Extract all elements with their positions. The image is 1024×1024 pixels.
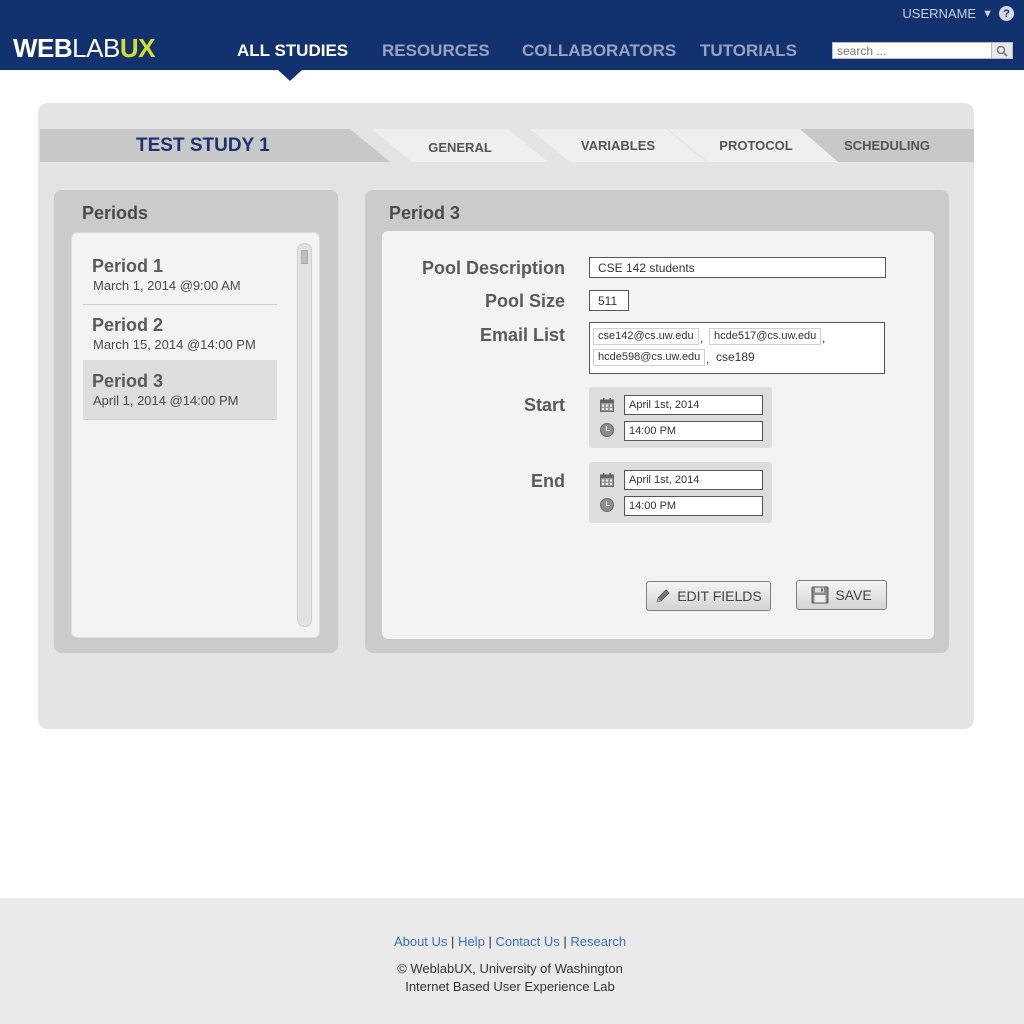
save-button[interactable]: SAVE — [796, 580, 887, 610]
tab-general-label: GENERAL — [428, 140, 492, 155]
start-label: Start — [523, 395, 565, 415]
footer-link-research[interactable]: Research — [570, 934, 626, 949]
floppy-disk-icon — [811, 586, 829, 604]
pencil-icon — [656, 589, 670, 603]
periods-list: Period 1 March 1, 2014 @9:00 AM Period 2… — [71, 232, 320, 638]
email-pending-text[interactable]: cse189 — [716, 350, 755, 364]
email-list-label: Email List — [479, 325, 565, 345]
footer-link-about[interactable]: About Us — [394, 934, 447, 949]
period-name: Period 2 — [92, 315, 164, 335]
email-chip[interactable]: hcde598@cs.uw.edu — [593, 349, 706, 366]
save-label: SAVE — [835, 587, 872, 603]
pool-size-label: Pool Size — [484, 291, 565, 311]
tab-scheduling-label: SCHEDULING — [844, 138, 930, 153]
period-name: Period 3 — [92, 371, 164, 391]
tab-variables-label: VARIABLES — [580, 138, 656, 153]
logo-lab: LAB — [72, 33, 120, 63]
logo-ux: UX — [119, 33, 156, 63]
start-date-field[interactable]: April 1st, 2014 — [624, 395, 763, 415]
username-label[interactable]: USERNAME — [902, 6, 976, 21]
clock-icon[interactable] — [600, 498, 614, 512]
email-chip[interactable]: hcde517@cs.uw.edu — [709, 328, 822, 345]
start-datetime-group: April 1st, 2014 14:00 PM — [589, 387, 772, 448]
search-input[interactable] — [832, 42, 992, 59]
footer-link-contact[interactable]: Contact Us — [495, 934, 559, 949]
calendar-icon[interactable] — [600, 398, 614, 412]
footer-copyright: © WeblabUX, University of Washington — [397, 961, 623, 976]
footer: About Us | Help | Contact Us | Research … — [0, 898, 1024, 1024]
clock-icon[interactable] — [600, 423, 614, 437]
calendar-icon[interactable] — [600, 473, 614, 487]
footer-separator: | — [488, 934, 492, 949]
period-list-item-selected[interactable]: Period 3 April 1, 2014 @14:00 PM — [83, 360, 277, 420]
nav-resources[interactable]: RESOURCES — [382, 41, 490, 61]
nav-all-studies[interactable]: ALL STUDIES — [237, 41, 348, 61]
footer-separator: | — [451, 934, 455, 949]
periods-scrollbar[interactable] — [297, 243, 312, 627]
logo-web: WEB — [13, 33, 73, 63]
end-datetime-group: April 1st, 2014 14:00 PM — [589, 462, 772, 523]
weblabux-logo[interactable]: WEBLABUX — [13, 33, 155, 64]
period-date: March 1, 2014 @9:00 AM — [93, 278, 241, 293]
top-navigation-bar: WEBLABUX USERNAME ▼ ? ALL STUDIES RESOUR… — [0, 0, 1024, 70]
period-list-item[interactable]: Period 2 March 15, 2014 @14:00 PM — [83, 304, 277, 364]
footer-separator: | — [563, 934, 567, 949]
email-separator: , — [822, 331, 826, 345]
footer-link-help[interactable]: Help — [458, 934, 485, 949]
period-list-item[interactable]: Period 1 March 1, 2014 @9:00 AM — [83, 245, 277, 305]
period-date: April 1, 2014 @14:00 PM — [93, 393, 239, 408]
footer-tagline: Internet Based User Experience Lab — [405, 979, 615, 994]
start-time-field[interactable]: 14:00 PM — [624, 421, 763, 441]
pool-description-field[interactable]: CSE 142 students — [589, 257, 886, 278]
email-separator: , — [700, 331, 704, 345]
study-title-tab: TEST STUDY 1 — [40, 129, 390, 162]
footer-links: About Us | Help | Contact Us | Research — [0, 934, 1020, 949]
edit-fields-button[interactable]: EDIT FIELDS — [646, 581, 771, 611]
email-list-field[interactable]: cse142@cs.uw.edu , hcde517@cs.uw.edu , h… — [589, 322, 885, 374]
caret-down-icon[interactable]: ▼ — [982, 8, 993, 20]
pool-size-field[interactable]: 511 — [589, 290, 629, 311]
nav-collaborators[interactable]: COLLABORATORS — [522, 41, 676, 61]
help-icon[interactable]: ? — [999, 6, 1014, 21]
periods-heading: Periods — [82, 203, 149, 223]
period-detail-heading: Period 3 — [389, 203, 461, 223]
edit-fields-label: EDIT FIELDS — [677, 588, 762, 604]
end-time-field[interactable]: 14:00 PM — [624, 496, 763, 516]
scrollbar-thumb[interactable] — [301, 250, 308, 264]
study-title: TEST STUDY 1 — [136, 135, 270, 156]
tab-general[interactable]: GENERAL — [372, 129, 548, 162]
nav-tutorials[interactable]: TUTORIALS — [700, 41, 797, 61]
end-date-field[interactable]: April 1st, 2014 — [624, 470, 763, 490]
period-date: March 15, 2014 @14:00 PM — [93, 337, 256, 352]
email-chip[interactable]: cse142@cs.uw.edu — [593, 328, 699, 345]
active-nav-pointer — [278, 70, 302, 81]
email-separator: , — [706, 352, 710, 366]
user-menu[interactable]: USERNAME ▼ ? — [902, 6, 1014, 21]
study-tabs: TEST STUDY 1 GENERAL VARIABLES PROTOCOL … — [40, 129, 974, 162]
tab-protocol-label: PROTOCOL — [719, 138, 793, 153]
pool-description-label: Pool Description — [421, 258, 565, 278]
end-label: End — [531, 471, 565, 491]
search-button[interactable] — [991, 42, 1013, 59]
search-icon — [996, 45, 1008, 57]
period-name: Period 1 — [92, 256, 164, 276]
